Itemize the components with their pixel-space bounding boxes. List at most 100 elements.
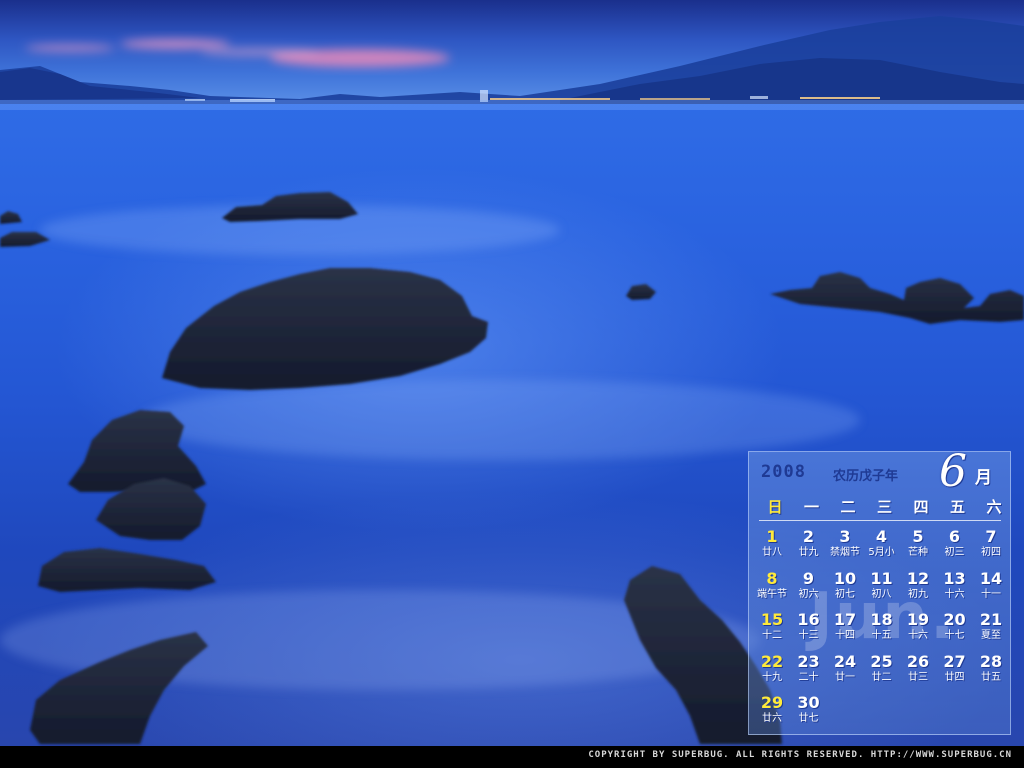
horizon-haze [0, 100, 1024, 110]
rock-main [162, 268, 488, 390]
calendar-day: 7 初四 [972, 528, 1010, 568]
calendar-header: 2008 农历戊子年 6 月 [749, 446, 1012, 497]
weekday-label: 一 [803, 498, 819, 516]
rock-right-group [770, 272, 1024, 324]
day-number: 7 [985, 527, 997, 546]
day-number: 29 [760, 693, 784, 712]
mountains [0, 16, 1024, 104]
lunar-date: 十六 [944, 588, 965, 600]
lunar-date: 廿九 [798, 547, 819, 558]
calendar-weekday-row: 日一二三四五六 [755, 496, 1007, 520]
day-number: 17 [833, 610, 857, 629]
calendar-day: 18 十五 [863, 611, 901, 651]
calendar-day: 2 廿九 [790, 528, 828, 568]
day-number: 20 [943, 610, 966, 629]
weekday-label: 日 [767, 498, 783, 516]
lunar-date: 二十 [798, 671, 819, 683]
day-number: 16 [797, 610, 820, 629]
lunar-date: 廿二 [871, 671, 892, 683]
day-number: 23 [797, 651, 820, 671]
calendar-day: 13 十六 [936, 568, 974, 610]
day-number: 21 [979, 610, 1003, 629]
calendar-day: 29 廿六 [753, 694, 791, 734]
lunar-date: 初九 [908, 588, 928, 600]
wallpaper: Jun. 2008 农历戊子年 6 月 日一二三四五六 1 廿八 2 廿九 3 禁烟节 4 5… [0, 0, 1024, 768]
calendar-day: 11 初八 [863, 568, 901, 610]
calendar-lunar-year: 农历戊子年 [833, 469, 899, 484]
day-number: 30 [797, 693, 820, 712]
lunar-date: 十一 [981, 588, 1001, 600]
calendar-day: 30 廿七 [790, 694, 828, 734]
lunar-date: 芒种 [908, 547, 928, 558]
calendar-day: 16 十三 [790, 611, 828, 651]
lunar-date: 5月小 [868, 547, 895, 558]
day-number: 11 [870, 568, 893, 588]
lunar-date: 廿一 [835, 671, 855, 683]
lunar-date: 十五 [871, 630, 892, 641]
lunar-date: 廿六 [762, 713, 782, 724]
rock-small-left [0, 211, 22, 224]
day-number: 1 [766, 527, 778, 546]
day-number: 10 [833, 568, 857, 588]
rock-mid-right [626, 284, 656, 300]
day-number: 27 [943, 651, 966, 671]
rock-far-center [222, 192, 358, 222]
lunar-date: 十七 [944, 630, 965, 641]
day-number: 28 [979, 651, 1003, 671]
calendar-day: 24 廿一 [826, 652, 864, 693]
calendar-day: 27 廿四 [936, 651, 974, 693]
calendar-day: 17 十四 [826, 611, 864, 651]
calendar-day: 4 5月小 [863, 528, 901, 568]
rock-far-left [0, 232, 50, 247]
calendar-day: 23 二十 [790, 651, 828, 693]
weekday-label: 六 [986, 498, 1002, 516]
lunar-date: 十二 [762, 630, 782, 641]
lunar-date: 廿三 [908, 671, 928, 683]
lunar-date: 十六 [908, 630, 928, 641]
calendar-day: 25 廿二 [863, 651, 901, 693]
weekday-label: 五 [949, 498, 965, 516]
calendar-day: 15 十二 [753, 611, 791, 651]
copyright-text: COPYRIGHT BY SUPERBUG. ALL RIGHTS RESERV… [588, 750, 1012, 760]
lunar-date: 初七 [835, 588, 855, 600]
calendar-month-number: 6 [939, 446, 967, 497]
lunar-date: 初六 [798, 588, 819, 600]
calendar-day: 1 廿八 [753, 528, 791, 568]
lunar-date: 廿四 [944, 671, 965, 683]
copyright-bar: COPYRIGHT BY SUPERBUG. ALL RIGHTS RESERV… [0, 746, 1024, 768]
day-number: 13 [943, 568, 966, 588]
day-number: 12 [906, 568, 930, 588]
calendar-day: 6 初三 [936, 528, 974, 568]
lunar-date: 初八 [871, 588, 892, 600]
calendar: Jun. 2008 农历戊子年 6 月 日一二三四五六 1 廿八 2 廿九 3 禁烟节 4 5… [748, 446, 1012, 735]
day-number: 2 [802, 527, 815, 546]
calendar-day: 12 初九 [899, 568, 937, 610]
day-number: 22 [760, 651, 784, 671]
lunar-date: 廿七 [798, 713, 819, 724]
day-number: 8 [766, 568, 778, 588]
calendar-day: 20 十七 [936, 611, 974, 651]
calendar-day: 10 初七 [826, 568, 864, 610]
weekday-label: 三 [876, 498, 892, 516]
day-number: 3 [839, 527, 851, 546]
lunar-date: 端午节 [757, 588, 787, 600]
lunar-date: 初四 [981, 547, 1001, 558]
day-number: 25 [870, 651, 893, 671]
pink-clouds [25, 39, 450, 67]
day-number: 4 [875, 527, 888, 546]
day-number: 18 [870, 610, 893, 629]
day-number: 26 [906, 651, 930, 671]
lunar-date: 夏至 [981, 630, 1001, 641]
calendar-divider [759, 520, 1001, 521]
lunar-date: 十三 [798, 630, 819, 641]
day-number: 5 [912, 527, 924, 546]
lunar-date: 廿八 [762, 547, 782, 558]
lunar-date: 十九 [762, 671, 782, 683]
day-number: 9 [802, 568, 815, 588]
calendar-day: 22 十九 [753, 651, 791, 693]
day-number: 19 [906, 610, 930, 629]
calendar-day: 9 初六 [790, 568, 828, 610]
day-number: 6 [948, 527, 961, 546]
day-number: 14 [979, 568, 1003, 588]
calendar-year: 2008 [761, 462, 806, 482]
